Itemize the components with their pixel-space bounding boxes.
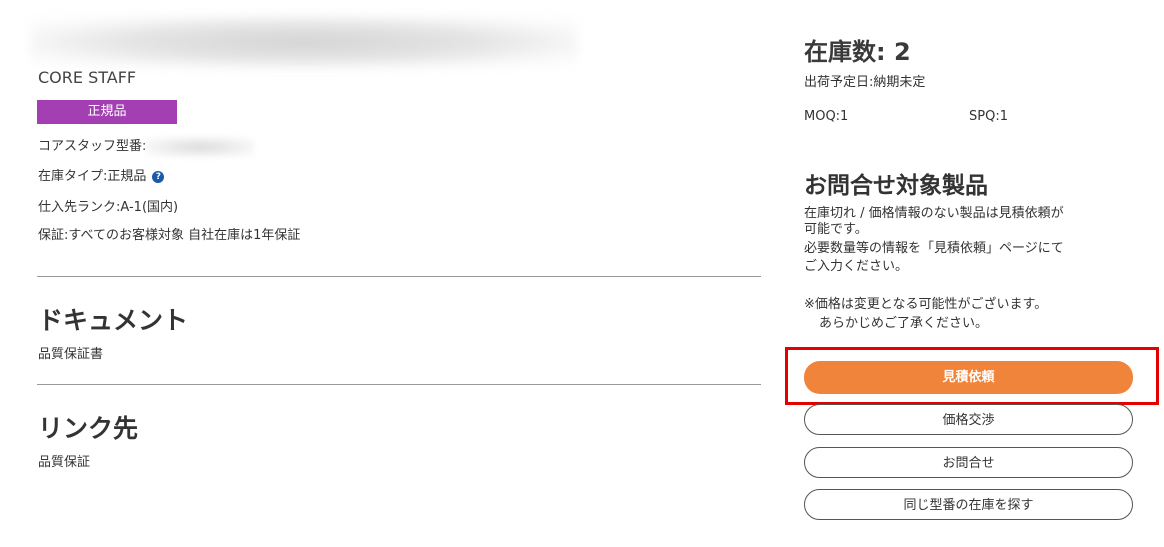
links-heading: リンク先 <box>38 414 139 443</box>
product-title-blurred <box>30 16 578 68</box>
spq: SPQ:1 <box>969 109 1008 124</box>
ship-date: 出荷予定日:納期未定 <box>804 75 926 90</box>
divider <box>37 384 761 385</box>
core-part-number: コアスタッフ型番: <box>38 135 255 157</box>
contact-button[interactable]: お問合せ <box>804 447 1133 478</box>
inquiry-heading: お問合せ対象製品 <box>804 173 988 199</box>
document-link-quality-certificate[interactable]: 品質保証書 <box>38 343 103 362</box>
quote-request-button[interactable]: 見積依頼 <box>804 361 1133 394</box>
help-icon[interactable]: ? <box>152 170 165 183</box>
divider <box>37 276 761 277</box>
maker-name: CORE STAFF <box>38 68 137 87</box>
moq: MOQ:1 <box>804 109 849 124</box>
core-part-label: コアスタッフ型番: <box>38 139 147 154</box>
inquiry-text-line: ご入力ください。 <box>804 259 909 274</box>
genuine-badge: 正規品 <box>37 100 177 124</box>
core-part-value-blurred <box>146 136 255 157</box>
link-quality-assurance[interactable]: 品質保証 <box>38 451 90 470</box>
inquiry-text-line: 可能です。 <box>804 222 868 237</box>
stock-type: 在庫タイプ:正規品? <box>38 165 165 184</box>
price-negotiation-button[interactable]: 価格交渉 <box>804 404 1133 435</box>
stock-count: 在庫数: 2 <box>804 38 911 66</box>
documents-heading: ドキュメント <box>38 306 189 335</box>
find-same-part-button[interactable]: 同じ型番の在庫を探す <box>804 489 1133 520</box>
stock-type-label: 在庫タイプ:正規品 <box>38 169 147 184</box>
supplier-rank: 仕入先ランク:A-1(国内) <box>38 200 179 215</box>
price-note: ※価格は変更となる可能性がございます。 <box>804 297 1048 312</box>
price-note-continued: あらかじめご了承ください。 <box>819 316 989 331</box>
warranty: 保証:すべてのお客様対象 自社在庫は1年保証 <box>38 228 301 243</box>
inquiry-text-line: 必要数量等の情報を「見積依頼」ページにて <box>804 241 1064 256</box>
inquiry-text-line: 在庫切れ / 価格情報のない製品は見積依頼が <box>804 206 1064 221</box>
